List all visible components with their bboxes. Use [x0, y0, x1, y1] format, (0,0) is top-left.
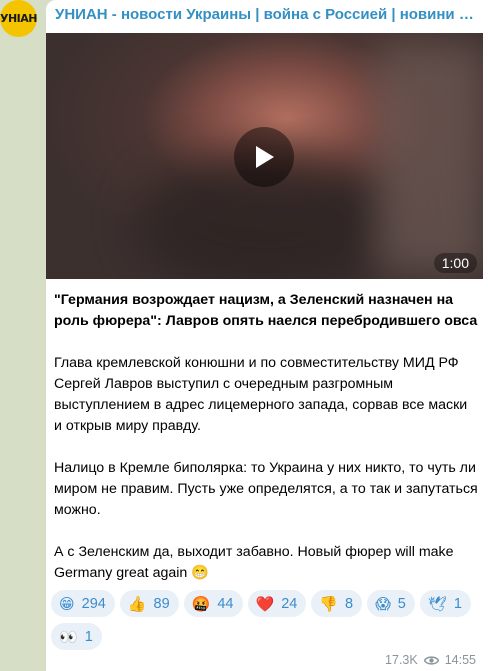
reaction-thumbs-down[interactable]: 👎 8 [311, 590, 363, 617]
eye-icon [423, 655, 439, 665]
reaction-grin[interactable]: 😁 294 [51, 590, 115, 617]
reaction-count: 44 [217, 595, 234, 612]
play-icon [256, 146, 274, 168]
video-duration: 1:00 [433, 253, 477, 273]
reaction-thumbs-up[interactable]: 👍 89 [119, 590, 179, 617]
thumbs-down-icon: 👎 [319, 594, 339, 613]
message-bubble: УНИАН - новости Украины | война с Россие… [46, 0, 488, 671]
post-paragraph: Глава кремлевской конюшни и по совместит… [54, 355, 468, 434]
reaction-eyes[interactable]: 👀 1 [51, 623, 102, 650]
reaction-count: 294 [81, 595, 106, 612]
thumbs-up-icon: 👍 [127, 594, 147, 613]
post-paragraph: Налицо в Кремле биполярка: то Украина у … [54, 460, 478, 518]
post-headline: "Германия возрождает нацизм, а Зеленский… [54, 292, 478, 329]
message-meta: 17.3K 14:55 [385, 653, 476, 667]
reaction-angry[interactable]: 🤬 44 [183, 590, 243, 617]
avatar-logo-text: УНІАН [0, 12, 37, 25]
post-paragraph: А с Зеленским да, выходит забавно. Новый… [54, 544, 454, 581]
reaction-count: 1 [453, 595, 462, 612]
angry-face-icon: 🤬 [191, 594, 211, 613]
dove-icon: 🕊 [427, 594, 447, 613]
message-text: "Германия возрождает нацизм, а Зеленский… [54, 290, 479, 605]
reaction-dove[interactable]: 🕊 1 [419, 590, 471, 617]
reaction-count: 1 [84, 628, 93, 645]
reaction-count: 5 [397, 595, 406, 612]
eyes-icon: 👀 [59, 627, 78, 646]
channel-title[interactable]: УНИАН - новости Украины | война с Россие… [55, 6, 480, 23]
play-button[interactable] [234, 127, 294, 187]
reaction-count: 24 [281, 595, 298, 612]
channel-avatar[interactable]: УНІАН [0, 0, 37, 37]
video-blur-shape [376, 43, 483, 273]
scream-face-icon: 😱 [375, 594, 391, 613]
grin-emoji-icon: 😁 [59, 594, 75, 613]
video-preview[interactable]: 1:00 [46, 33, 483, 279]
reaction-count: 89 [153, 595, 170, 612]
reaction-heart[interactable]: ❤️ 24 [247, 590, 307, 617]
reaction-scream[interactable]: 😱 5 [367, 590, 415, 617]
view-count: 17.3K [385, 653, 418, 667]
reaction-count: 8 [345, 595, 354, 612]
message-time: 14:55 [444, 653, 476, 667]
reactions-bar: 😁 294 👍 89 🤬 44 ❤️ 24 👎 8 😱 5 🕊 1 👀 1 [51, 590, 481, 650]
heart-icon: ❤️ [255, 594, 275, 613]
